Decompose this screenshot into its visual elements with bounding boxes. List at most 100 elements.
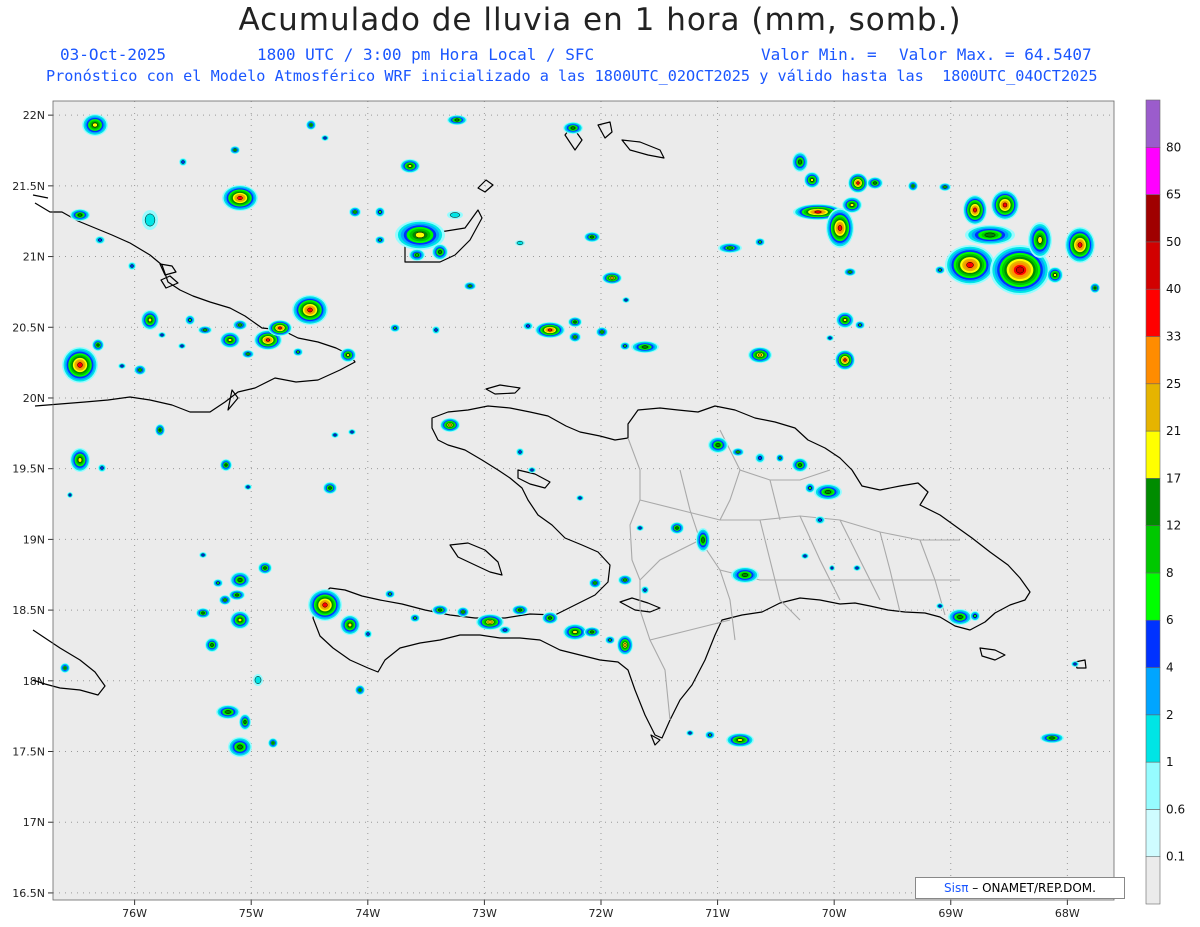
rain-contour (837, 224, 843, 232)
rain-contour (366, 632, 370, 636)
lon-tick-label: 75W (239, 907, 264, 920)
rain-cell (726, 733, 754, 747)
rain-contour (984, 232, 996, 238)
rain-cell (708, 437, 728, 453)
colorbar-swatch (1145, 383, 1161, 432)
lat-tick-label: 16.5N (12, 887, 45, 900)
colorbar-swatch (1145, 336, 1161, 385)
rain-cell (220, 459, 232, 471)
rain-contour (824, 490, 832, 494)
rain-cell (602, 272, 622, 284)
rain-cell (229, 590, 245, 600)
rain-cell (836, 312, 854, 328)
rain-cell (155, 424, 165, 436)
rain-contour (448, 423, 452, 427)
rain-contour (818, 518, 822, 522)
map-background (53, 101, 1114, 900)
rain-contour (278, 326, 282, 330)
lat-tick-label: 17N (23, 816, 45, 829)
rain-cell (321, 135, 329, 141)
rain-contour (708, 733, 712, 737)
rain-contour (1015, 266, 1025, 274)
rain-contour (518, 608, 522, 612)
rain-cell (340, 615, 360, 635)
rain-cell (631, 341, 659, 353)
lon-tick-label: 68W (1055, 907, 1080, 920)
credit-box: Sisπ – ONAMET/REP.DOM. (915, 877, 1125, 899)
rain-contour (858, 323, 862, 327)
lon-tick-label: 69W (938, 907, 963, 920)
rain-cell (230, 611, 250, 629)
rain-cell (409, 249, 425, 261)
rain-contour (573, 320, 577, 324)
colorbar-swatch (1145, 667, 1161, 716)
colorbar-label: 0.6 (1166, 802, 1185, 816)
rain-contour (328, 486, 332, 490)
rain-cell (348, 429, 356, 435)
rain-contour (757, 353, 763, 357)
rain-cell (948, 609, 972, 625)
rain-cell (829, 565, 835, 571)
rain-contour (180, 344, 184, 348)
colorbar-swatch (1145, 99, 1161, 148)
rain-contour (237, 744, 243, 750)
colorbar-swatch (1145, 430, 1161, 479)
rain-contour (778, 456, 782, 460)
rain-cell (801, 553, 809, 559)
rain-contour (548, 616, 552, 620)
rain-cell (636, 525, 644, 531)
rain-cell (410, 614, 420, 622)
rain-contour (855, 566, 859, 570)
rain-cell (98, 464, 106, 472)
rain-cell (970, 611, 980, 621)
rain-cell (228, 737, 252, 757)
rain-cell (1090, 283, 1100, 293)
rain-cell (568, 317, 582, 327)
rain-cell (991, 190, 1019, 220)
rain-cell (945, 245, 995, 285)
rain-cell (576, 495, 584, 501)
colorbar-swatch (1145, 619, 1161, 668)
rain-cell (1040, 733, 1064, 743)
rain-contour (737, 738, 743, 742)
rain-contour (572, 630, 578, 634)
rain-cell (128, 262, 136, 270)
rain-cell (617, 635, 633, 655)
colorbar-swatch (1145, 146, 1161, 195)
rain-contour (461, 610, 465, 614)
rain-contour (518, 450, 522, 454)
rain-contour (296, 350, 300, 354)
rain-contour (224, 463, 228, 467)
rain-contour (516, 240, 524, 246)
rain-contour (68, 493, 72, 497)
rain-contour (830, 566, 834, 570)
colorbar-swatch (1145, 525, 1161, 574)
rain-contour (237, 195, 243, 201)
lat-tick-label: 17.5N (12, 746, 45, 759)
rain-cell (62, 347, 98, 383)
rain-contour (624, 298, 628, 302)
colorbar-swatch (1145, 194, 1161, 243)
rain-contour (235, 593, 239, 597)
rain-cell (748, 347, 772, 363)
rain-contour (100, 466, 104, 470)
rain-contour (530, 468, 534, 472)
rain-contour (201, 553, 205, 557)
rain-contour (333, 433, 337, 437)
rain-contour (322, 602, 328, 608)
colorbar-label: 33 (1166, 329, 1181, 343)
rain-cell (239, 714, 251, 730)
rain-contour (798, 463, 802, 467)
rain-contour (856, 181, 860, 185)
rain-contour (254, 676, 262, 684)
rain-cell (268, 738, 278, 748)
rain-cell (293, 348, 303, 356)
rain-contour (973, 614, 977, 618)
rain-contour (608, 638, 612, 642)
rain-cell (158, 332, 166, 338)
rain-contour (148, 317, 152, 323)
rain-cell (512, 605, 528, 615)
rain-cell (385, 590, 395, 598)
rain-contour (623, 344, 627, 348)
rain-cell (244, 484, 252, 490)
